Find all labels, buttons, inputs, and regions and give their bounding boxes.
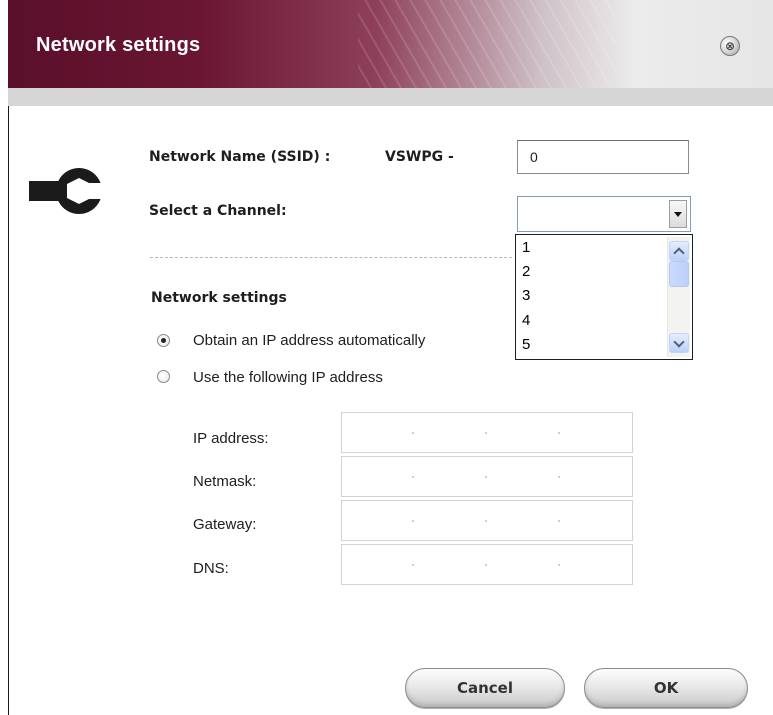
octet-separator (558, 476, 560, 478)
dropdown-scrollbar[interactable] (667, 237, 690, 357)
octet-separator (485, 432, 487, 434)
radio-use-following-ip-label[interactable]: Use the following IP address (193, 369, 383, 386)
gateway-field[interactable] (341, 500, 633, 541)
channel-dropdown-list[interactable]: 1 2 3 4 5 (515, 234, 693, 360)
channel-option-1[interactable]: 1 (522, 239, 530, 257)
netmask-label: Netmask: (193, 473, 257, 490)
ip-address-label: IP address: (193, 430, 269, 447)
octet-separator (412, 520, 414, 522)
octet-separator (412, 476, 414, 478)
ssid-input[interactable] (517, 140, 689, 174)
ssid-label: Network Name (SSID) : (149, 149, 331, 165)
ok-button[interactable]: OK (584, 668, 748, 708)
radio-obtain-automatically-label[interactable]: Obtain an IP address automatically (193, 332, 425, 349)
header-band (8, 88, 773, 106)
channel-option-3[interactable]: 3 (522, 287, 530, 305)
octet-separator (412, 432, 414, 434)
dns-label: DNS: (193, 560, 229, 577)
octet-separator (485, 564, 487, 566)
octet-separator (485, 520, 487, 522)
octet-separator (412, 564, 414, 566)
close-icon[interactable]: ⊗ (720, 36, 740, 56)
scroll-down-icon[interactable] (669, 333, 689, 353)
cancel-button[interactable]: Cancel (405, 668, 565, 708)
section-divider (150, 257, 512, 258)
channel-option-5[interactable]: 5 (522, 336, 530, 354)
octet-separator (558, 564, 560, 566)
channel-option-2[interactable]: 2 (522, 263, 530, 281)
scrollbar-thumb[interactable] (669, 261, 689, 287)
dns-field[interactable] (341, 544, 633, 585)
netmask-field[interactable] (341, 456, 633, 497)
octet-separator (558, 520, 560, 522)
octet-separator (558, 432, 560, 434)
ip-address-field[interactable] (341, 412, 633, 453)
radio-use-following-ip[interactable] (157, 370, 170, 383)
wrench-icon (29, 168, 107, 214)
window-title: Network settings (36, 34, 201, 56)
scroll-up-icon[interactable] (669, 241, 689, 261)
ssid-prefix: VSWPG - (385, 149, 454, 165)
radio-obtain-automatically[interactable] (157, 334, 170, 347)
network-settings-heading: Network settings (151, 290, 287, 306)
gateway-label: Gateway: (193, 516, 257, 533)
channel-option-4[interactable]: 4 (522, 312, 530, 330)
channel-label: Select a Channel: (149, 203, 287, 219)
octet-separator (485, 476, 487, 478)
chevron-down-icon[interactable] (669, 200, 687, 228)
channel-select[interactable] (517, 196, 691, 232)
